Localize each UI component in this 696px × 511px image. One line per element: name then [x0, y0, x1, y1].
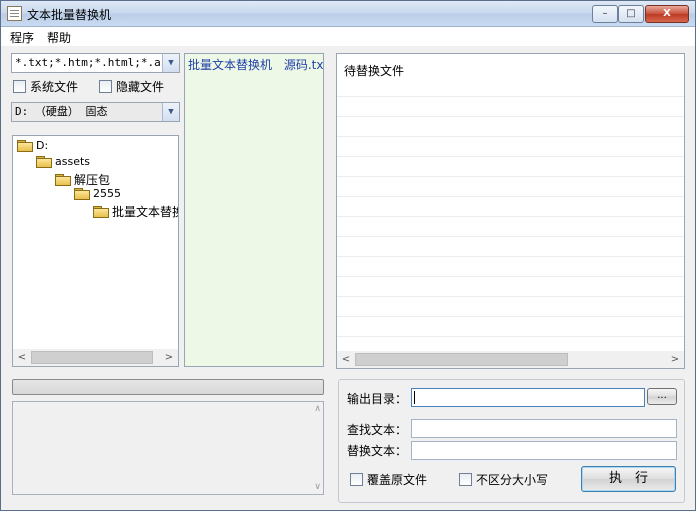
window-title: 文本批量替换机 — [27, 8, 112, 22]
tree-node-label: 批量文本替换 — [112, 205, 179, 219]
execute-button[interactable]: 执 行 — [581, 466, 676, 492]
file-list-item[interactable]: 批量文本替换机 — [188, 58, 272, 72]
row-divider — [337, 96, 684, 97]
chevron-down-icon[interactable]: ▼ — [162, 103, 179, 121]
app-window: 文本批量替换机 – □ X 程序 帮助 *.txt;*.htm;*.html;*… — [0, 0, 696, 511]
notepad-icon — [7, 6, 22, 21]
menu-bar: 程序 帮助 — [1, 27, 695, 46]
system-files-label: 系统文件 — [30, 80, 79, 94]
drive-combo[interactable]: D: （硬盘） 固态 ▼ — [11, 102, 180, 122]
folder-icon — [36, 155, 52, 168]
tree-node-drive[interactable]: D: — [17, 139, 48, 152]
folder-icon — [74, 187, 90, 200]
ignore-case-label: 不区分大小写 — [476, 473, 549, 487]
tree-node-label: D: — [36, 139, 49, 152]
file-filter-value: *.txt;*.htm;*.html;*.asp — [15, 56, 174, 69]
chevron-left-icon[interactable]: < — [15, 350, 29, 365]
row-divider — [337, 296, 684, 297]
progress-bar — [12, 379, 324, 395]
hidden-files-label: 隐藏文件 — [116, 80, 165, 94]
folder-icon — [93, 205, 109, 218]
menu-help[interactable]: 帮助 — [47, 29, 71, 46]
preview-hscrollbar[interactable]: < > — [337, 351, 684, 368]
tree-node-2555[interactable]: 2555 — [74, 187, 121, 200]
chevron-right-icon[interactable]: > — [162, 350, 176, 365]
find-text-label: 查找文本： — [347, 423, 408, 437]
checkbox-box[interactable] — [99, 80, 112, 93]
replace-text-label: 替换文本： — [347, 444, 408, 458]
menu-program[interactable]: 程序 — [10, 29, 34, 46]
tree-hscrollbar[interactable]: < > — [13, 349, 178, 366]
file-list-item[interactable]: 源码.txt — [284, 58, 323, 72]
chevron-right-icon[interactable]: > — [668, 352, 682, 367]
tree-node-label: 解压包 — [74, 173, 111, 187]
file-filter-combo[interactable]: *.txt;*.htm;*.html;*.asp ▼ — [11, 53, 180, 73]
file-list[interactable]: 批量文本替换机 源码.txt — [184, 53, 324, 367]
row-divider — [337, 336, 684, 337]
folder-icon — [17, 139, 33, 152]
text-cursor — [414, 391, 415, 404]
output-settings-group: 输出目录： ... 查找文本： 替换文本： 覆盖原文件 不区分大小写 执 行 — [338, 379, 685, 503]
checkbox-box[interactable] — [459, 473, 472, 486]
tree-node-label: 2555 — [93, 187, 121, 200]
maximize-button[interactable]: □ — [618, 5, 644, 23]
tree-node-unzip[interactable]: 解压包 — [55, 171, 110, 188]
chevron-up-icon[interactable]: ∧ — [314, 404, 321, 414]
checkbox-box[interactable] — [13, 80, 26, 93]
system-files-checkbox[interactable]: 系统文件 — [13, 78, 78, 95]
close-button[interactable]: X — [645, 5, 689, 23]
row-divider — [337, 276, 684, 277]
preview-header: 待替换文件 — [344, 64, 405, 78]
overwrite-label: 覆盖原文件 — [367, 473, 428, 487]
chevron-left-icon[interactable]: < — [339, 352, 353, 367]
hidden-files-checkbox[interactable]: 隐藏文件 — [99, 78, 164, 95]
row-divider — [337, 116, 684, 117]
row-divider — [337, 256, 684, 257]
checkbox-box[interactable] — [350, 473, 363, 486]
find-text-input[interactable] — [411, 419, 677, 438]
folder-icon — [55, 173, 71, 186]
row-divider — [337, 176, 684, 177]
scroll-thumb[interactable] — [31, 351, 153, 364]
log-box[interactable]: ∧ ∨ — [12, 401, 324, 495]
row-divider — [337, 156, 684, 157]
overwrite-checkbox[interactable]: 覆盖原文件 — [350, 471, 427, 488]
replace-text-input[interactable] — [411, 441, 677, 460]
drive-value: D: （硬盘） 固态 — [15, 105, 108, 118]
row-divider — [337, 136, 684, 137]
output-dir-input[interactable] — [411, 388, 645, 407]
output-dir-label: 输出目录： — [347, 392, 408, 406]
chevron-down-icon[interactable]: ∨ — [314, 482, 321, 492]
tree-node-assets[interactable]: assets — [36, 155, 90, 168]
file-list-row[interactable]: 批量文本替换机 源码.txt — [188, 56, 323, 73]
ignore-case-checkbox[interactable]: 不区分大小写 — [459, 471, 548, 488]
browse-button[interactable]: ... — [647, 388, 677, 405]
chevron-down-icon[interactable]: ▼ — [162, 54, 179, 72]
minimize-button[interactable]: – — [592, 5, 618, 23]
tree-node-batch[interactable]: 批量文本替换 — [93, 203, 179, 220]
row-divider — [337, 316, 684, 317]
scroll-thumb[interactable] — [355, 353, 568, 366]
row-divider — [337, 196, 684, 197]
folder-tree[interactable]: D: assets 解压包 2555 批量文本替换 < > — [12, 135, 179, 367]
title-bar: 文本批量替换机 – □ X — [1, 1, 695, 27]
row-divider — [337, 236, 684, 237]
preview-list[interactable]: 待替换文件 < > — [336, 53, 685, 369]
tree-node-label: assets — [55, 155, 91, 168]
row-divider — [337, 216, 684, 217]
